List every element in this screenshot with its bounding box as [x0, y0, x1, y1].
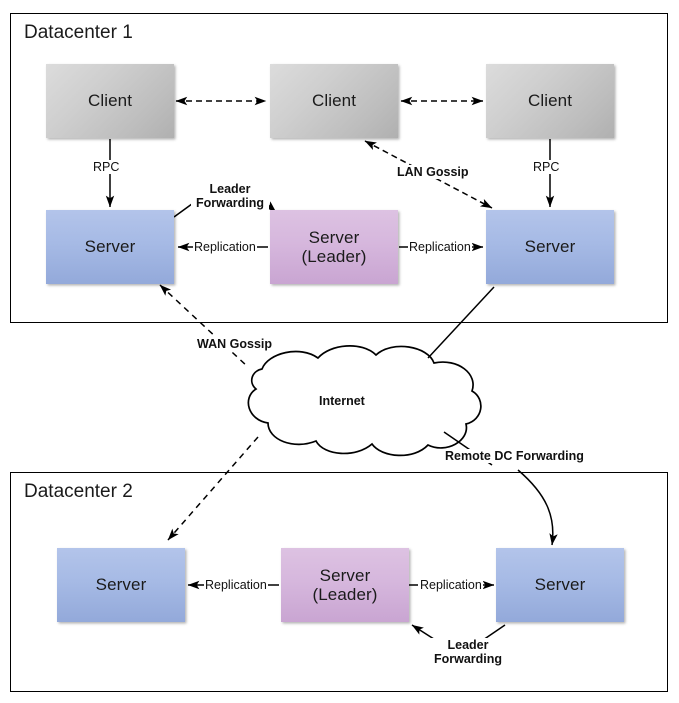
label-leader-forwarding-dc2: Leader Forwarding: [427, 638, 509, 667]
label-line2: Forwarding: [433, 652, 503, 667]
dc2-server-leader[interactable]: Server (Leader): [281, 548, 409, 622]
label-replication-dc1-left: Replication: [193, 240, 257, 254]
label-replication-dc2-right: Replication: [419, 578, 483, 592]
diagram-canvas: Datacenter 1 Datacenter 2 Client (dashed…: [0, 0, 679, 703]
label-rpc-right: RPC: [532, 160, 561, 174]
label-internet: Internet: [319, 394, 365, 408]
label-leader-forwarding-dc1: Leader Forwarding: [191, 182, 269, 211]
node-label: Server (Leader): [301, 228, 366, 266]
dc2-server-right[interactable]: Server: [496, 548, 624, 622]
node-label: Server: [534, 575, 586, 595]
label-wan-gossip: WAN Gossip: [196, 337, 274, 351]
node-label: Client: [527, 91, 573, 111]
node-label: Client: [87, 91, 133, 111]
datacenter-2-title: Datacenter 2: [24, 481, 133, 502]
datacenter-1-title: Datacenter 1: [24, 22, 133, 43]
dc1-server-left[interactable]: Server: [46, 210, 174, 284]
node-label: Client: [311, 91, 357, 111]
node-label-line1: Server: [319, 565, 371, 585]
label-lan-gossip: LAN Gossip: [396, 165, 470, 179]
node-label-line1: Server: [308, 227, 360, 247]
label-replication-dc1-right: Replication: [408, 240, 472, 254]
node-label: Server: [524, 237, 576, 257]
dc1-server-right[interactable]: Server: [486, 210, 614, 284]
dc1-client-left[interactable]: Client: [46, 64, 174, 138]
node-label: Server: [95, 575, 147, 595]
label-line1: Leader: [447, 638, 489, 652]
dc2-server-left[interactable]: Server: [57, 548, 185, 622]
label-rpc-left: RPC: [92, 160, 121, 174]
node-label-line2: (Leader): [312, 585, 378, 604]
node-label: Server: [84, 237, 136, 257]
dc1-server-leader[interactable]: Server (Leader): [270, 210, 398, 284]
dc1-client-middle[interactable]: Client: [270, 64, 398, 138]
node-label: Server (Leader): [312, 566, 377, 604]
node-label-line2: (Leader): [301, 247, 367, 266]
dc1-client-right[interactable]: Client: [486, 64, 614, 138]
label-line2: Forwarding: [195, 196, 265, 211]
label-line1: Leader: [209, 182, 251, 196]
label-replication-dc2-left: Replication: [204, 578, 268, 592]
label-remote-dc-forwarding: Remote DC Forwarding: [444, 449, 585, 463]
